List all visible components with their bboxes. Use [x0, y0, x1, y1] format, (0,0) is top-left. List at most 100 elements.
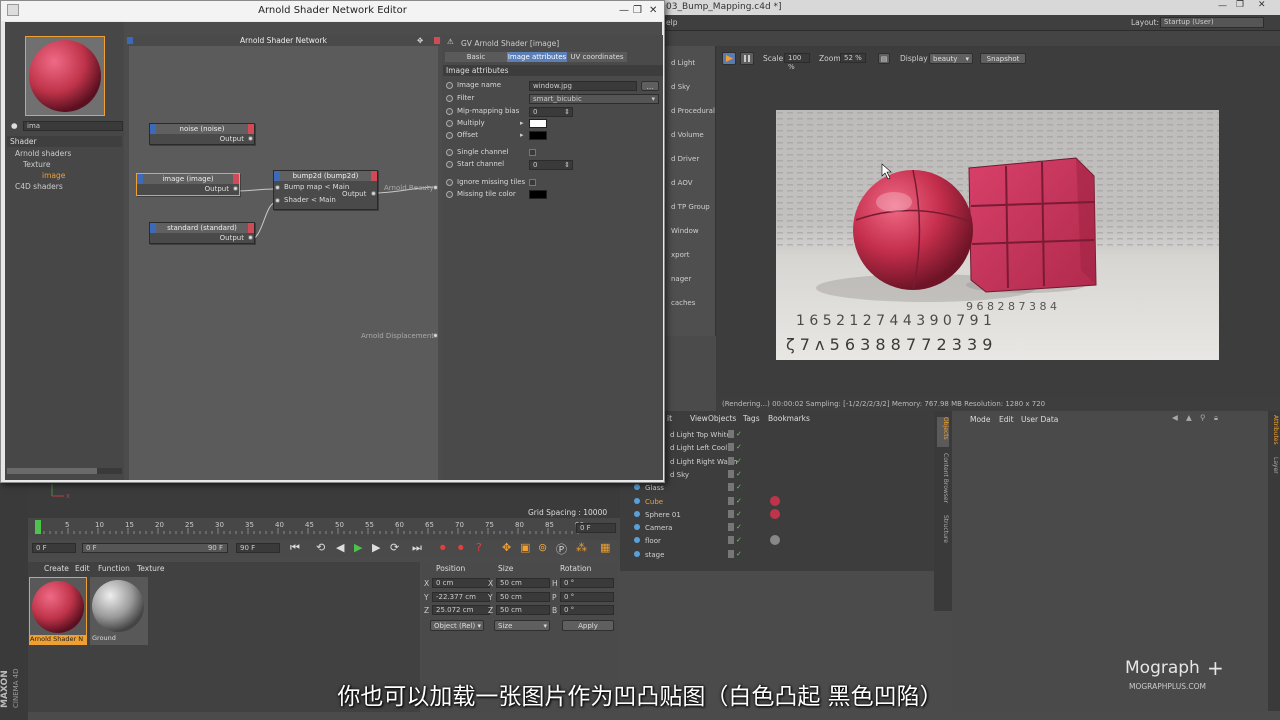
- input-port[interactable]: [275, 198, 280, 203]
- layer-icon[interactable]: [728, 496, 734, 505]
- mip-bias-field[interactable]: 0 ⇕: [529, 107, 573, 117]
- move-icon[interactable]: ✥: [417, 35, 423, 46]
- object-strip-item[interactable]: d TP Group: [663, 198, 716, 218]
- scale-field[interactable]: 100 %: [784, 53, 810, 71]
- display-toggle-button[interactable]: ▤: [878, 53, 890, 64]
- keyframe-dot-icon[interactable]: [446, 82, 453, 89]
- tab-basic[interactable]: Basic: [445, 52, 507, 62]
- tab-image-attributes[interactable]: Image attributes: [507, 52, 567, 62]
- play-icon[interactable]: ▶: [354, 541, 362, 554]
- record-icon[interactable]: ⏺: [440, 541, 446, 555]
- object-name[interactable]: floor: [645, 537, 661, 545]
- object-name[interactable]: Camera: [645, 524, 672, 532]
- input-port[interactable]: [275, 185, 280, 190]
- material-tag-icon[interactable]: [770, 508, 780, 519]
- layer-icon[interactable]: [728, 549, 734, 558]
- start-frame-field[interactable]: 0 F: [32, 543, 76, 553]
- search-icon[interactable]: ⚲: [1200, 413, 1206, 422]
- coord-pos-field[interactable]: 0 cm: [432, 578, 490, 588]
- minimize-icon[interactable]: —: [1218, 1, 1227, 11]
- tree-image[interactable]: image: [42, 171, 65, 180]
- visibility-check-icon[interactable]: ✓: [736, 483, 742, 491]
- editor-viewport[interactable]: x Grid Spacing : 10000 cm: [28, 480, 620, 526]
- layer-icon[interactable]: [728, 443, 734, 452]
- object-strip-item[interactable]: d Procedural: [663, 102, 716, 122]
- shader-search-input[interactable]: ima: [23, 121, 123, 131]
- play-render-button[interactable]: [722, 52, 736, 65]
- pause-render-button[interactable]: [740, 52, 754, 65]
- goto-end-icon[interactable]: ⏭: [412, 541, 422, 555]
- layer-icon[interactable]: [728, 509, 734, 518]
- objects-menu-item[interactable]: Objects: [708, 414, 736, 423]
- attr-menu-user-data[interactable]: User Data: [1021, 415, 1058, 424]
- coord-pos-field[interactable]: -22.377 cm: [432, 591, 490, 602]
- object-strip-item[interactable]: caches: [663, 294, 716, 314]
- visibility-check-icon[interactable]: ✓: [736, 430, 742, 438]
- object-row[interactable]: d Light Right Warm ✓: [630, 456, 930, 469]
- keyframe-dot-icon[interactable]: [446, 120, 453, 127]
- object-row[interactable]: stage ✓: [630, 549, 930, 562]
- tab-objects[interactable]: Objects: [937, 417, 949, 447]
- material-tag-icon[interactable]: [770, 535, 780, 546]
- stepper-icon[interactable]: ⇕: [564, 108, 570, 117]
- snapshot-button[interactable]: Snapshot: [980, 53, 1026, 64]
- keyframe-dot-icon[interactable]: [446, 191, 453, 198]
- object-strip-item[interactable]: Window: [663, 222, 716, 242]
- material-arnold[interactable]: Arnold Shader N: [29, 577, 87, 645]
- visibility-check-icon[interactable]: ✓: [736, 550, 742, 558]
- output-port[interactable]: [248, 136, 253, 141]
- layer-icon[interactable]: [728, 430, 734, 438]
- keyframe-dot-icon[interactable]: [446, 161, 453, 168]
- object-strip-item[interactable]: d AOV: [663, 174, 716, 194]
- prev-frame-icon[interactable]: ◀: [336, 541, 344, 554]
- objects-menu-item[interactable]: Bookmarks: [768, 414, 810, 423]
- keyframe-dot-icon[interactable]: [446, 132, 453, 139]
- step-forward-icon[interactable]: ⟳: [390, 541, 399, 554]
- goto-start-icon[interactable]: ⏮: [290, 541, 300, 555]
- layer-icon[interactable]: [728, 536, 734, 545]
- expand-arrow-icon[interactable]: ▸: [520, 131, 524, 139]
- objects-menu-item[interactable]: View: [690, 414, 708, 423]
- object-strip-item[interactable]: xport: [663, 246, 716, 266]
- attr-menu-mode[interactable]: Mode: [970, 415, 990, 424]
- output-port[interactable]: [233, 186, 238, 191]
- tab-structure[interactable]: Structure: [937, 515, 949, 555]
- keyframe-dot-icon[interactable]: [446, 108, 453, 115]
- expand-arrow-icon[interactable]: ▸: [520, 119, 524, 127]
- objects-menu-item[interactable]: it: [667, 414, 672, 423]
- nav-back-icon[interactable]: ◀: [1172, 413, 1178, 422]
- maximize-icon[interactable]: ❐: [1236, 0, 1244, 10]
- single-channel-checkbox[interactable]: [529, 149, 536, 156]
- autokey-icon[interactable]: ⏺: [458, 541, 464, 555]
- multiply-color-swatch[interactable]: [529, 119, 547, 128]
- coord-rot-field[interactable]: 0 °: [560, 591, 614, 602]
- object-name[interactable]: Glass: [645, 484, 664, 492]
- scale-key-icon[interactable]: ▣: [520, 541, 530, 554]
- layer-icon[interactable]: [728, 456, 734, 465]
- zoom-field[interactable]: 52 %: [840, 53, 866, 63]
- object-row[interactable]: d Light Top White ✓: [630, 429, 930, 442]
- visibility-check-icon[interactable]: ✓: [736, 497, 742, 505]
- object-row[interactable]: Cube ✓: [630, 495, 930, 509]
- menu-help[interactable]: elp: [666, 18, 677, 27]
- rotate-key-icon[interactable]: ⊚: [538, 541, 547, 554]
- object-name[interactable]: d Light Left Cool: [670, 444, 727, 452]
- object-row[interactable]: floor ✓: [630, 535, 930, 548]
- offset-color-swatch[interactable]: [529, 131, 547, 140]
- object-row[interactable]: d Sky ✓: [630, 469, 930, 482]
- tab-uv-coordinates[interactable]: UV coordinates: [567, 52, 627, 62]
- coord-rot-field[interactable]: 0 °: [560, 605, 614, 615]
- nav-up-icon[interactable]: ▲: [1186, 413, 1192, 422]
- visibility-check-icon[interactable]: ✓: [736, 470, 742, 478]
- next-frame-icon[interactable]: ▶: [372, 541, 380, 554]
- node-bump2d[interactable]: bump2d (bump2d) Bump map < Main Shader <…: [273, 170, 378, 210]
- close-icon[interactable]: ✕: [649, 1, 657, 21]
- pla-key-icon[interactable]: ⁂: [576, 541, 587, 554]
- ignore-missing-checkbox[interactable]: [529, 179, 536, 186]
- coord-pos-field[interactable]: 25.072 cm: [432, 605, 490, 615]
- image-name-field[interactable]: window.jpg: [529, 81, 637, 91]
- tab-attributes[interactable]: Attributes: [1269, 415, 1279, 451]
- visibility-check-icon[interactable]: ✓: [736, 523, 742, 531]
- visibility-check-icon[interactable]: ✓: [736, 443, 742, 451]
- lock-icon[interactable]: 🔒︎: [1214, 413, 1218, 423]
